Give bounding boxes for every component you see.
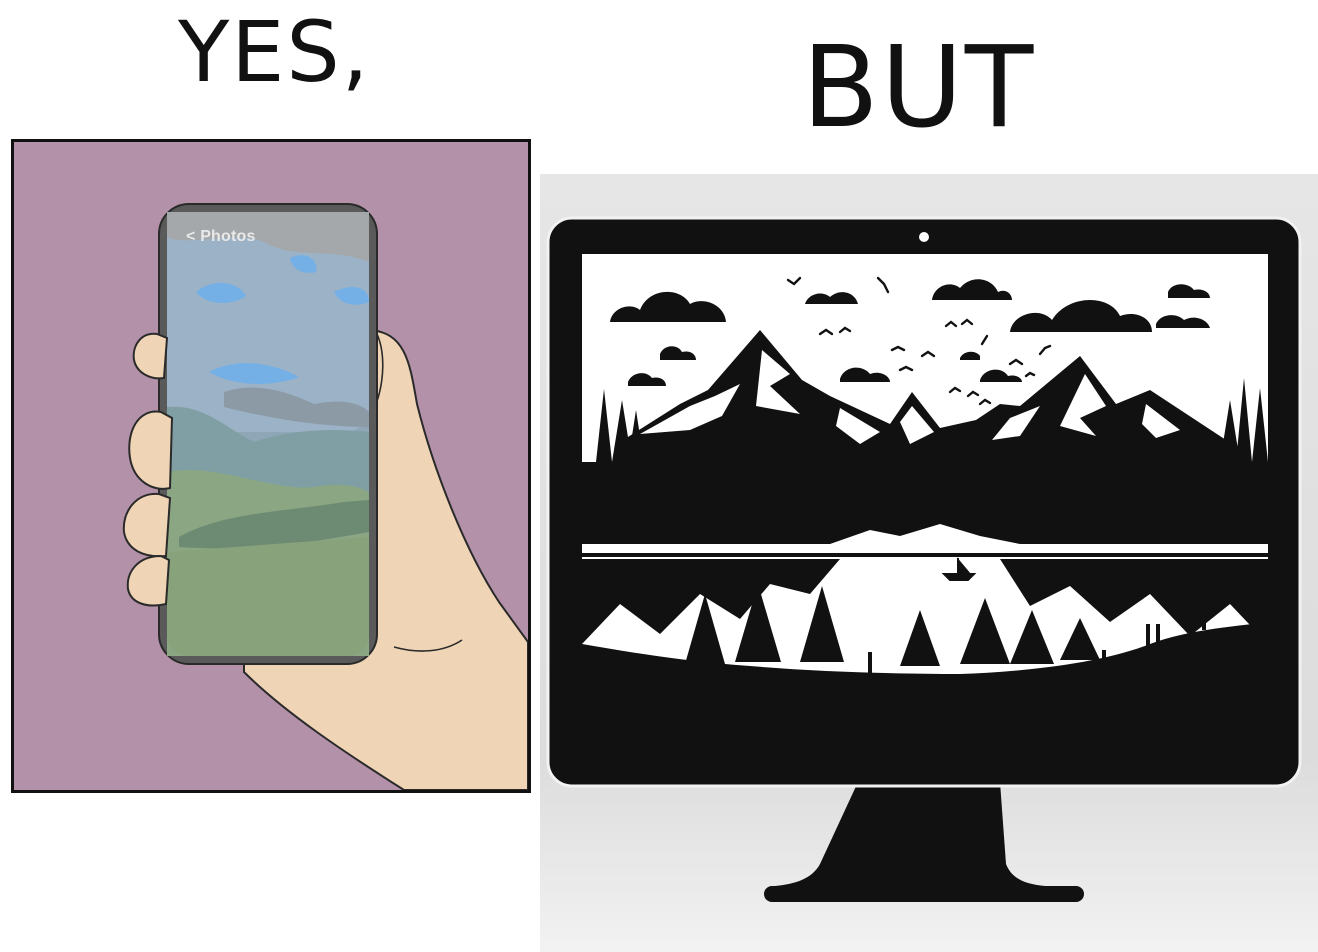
hand-holding-phone-illustration <box>122 203 528 790</box>
photos-back-link: < Photos <box>186 228 256 245</box>
but-heading: BUT <box>802 23 1036 153</box>
phone <box>158 203 378 665</box>
but-panel <box>540 174 1318 952</box>
monitor-illustration <box>540 174 1318 952</box>
yes-panel: < Photos <box>11 139 531 793</box>
yes-heading: YES, <box>178 3 371 101</box>
